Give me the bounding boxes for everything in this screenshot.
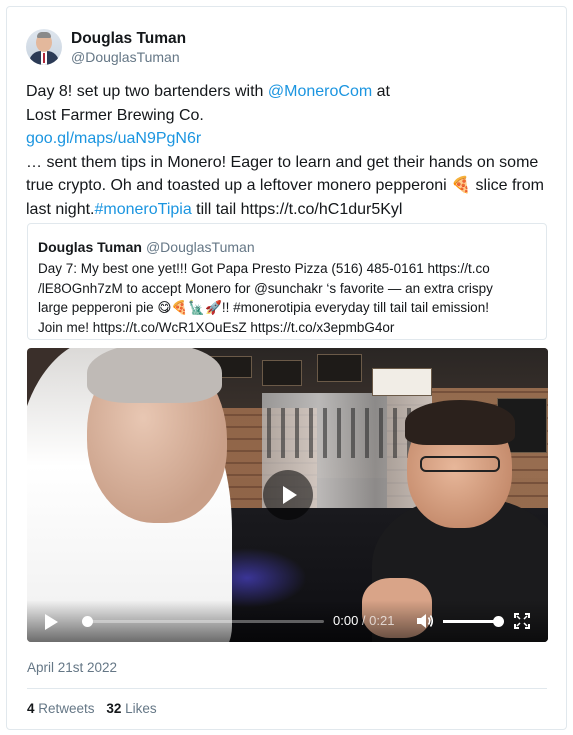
tweet-text-segment: at <box>372 83 390 100</box>
tweet-text-segment: Lost Farmer Brewing Co. <box>26 106 204 124</box>
author-handle[interactable]: @DouglasTuman <box>71 48 186 66</box>
video-progress-bar[interactable] <box>82 616 324 627</box>
quoted-author-handle[interactable]: @DouglasTuman <box>146 239 255 255</box>
retweets-stat[interactable]: 4 Retweets <box>27 701 95 716</box>
volume-slider[interactable] <box>443 616 504 627</box>
hashtag-link[interactable]: #moneroTipia <box>94 201 191 218</box>
volume-icon[interactable] <box>416 613 434 629</box>
play-overlay-icon[interactable] <box>263 470 313 520</box>
quoted-text-line: large pepperoni pie 😋🍕🗽🚀!! #monerotipia … <box>38 300 489 315</box>
retweets-label: Retweets <box>38 701 95 716</box>
video-player[interactable]: 0:00 / 0:21 <box>27 348 548 642</box>
duration: 0:21 <box>369 613 395 628</box>
quoted-text-line: Day 7: My best one yet!!! Got Papa Prest… <box>38 261 490 276</box>
volume-fill <box>443 620 498 623</box>
embedded-tweet-card: Douglas Tuman @DouglasTuman Day 8! set u… <box>6 6 567 730</box>
tweet-text-segment: … sent them tips in Monero! Eager to lea… <box>26 153 539 171</box>
pizza-emoji-icon: 🍕 <box>451 177 472 194</box>
volume-handle[interactable] <box>493 616 504 627</box>
current-time: 0:00 <box>333 613 359 628</box>
likes-stat[interactable]: 32 Likes <box>106 701 156 716</box>
quoted-tweet-text: Day 7: My best one yet!!! Got Papa Prest… <box>38 259 543 337</box>
likes-count: 32 <box>106 701 122 716</box>
tweet-date[interactable]: April 21st 2022 <box>27 660 117 675</box>
play-icon[interactable] <box>45 614 58 630</box>
quoted-text-line: Join me! https://t.co/WcR1XOuEsZ https:/… <box>38 319 395 335</box>
time-separator: / <box>358 613 370 628</box>
tweet-text-segment: Day 8! set up two bartenders with <box>26 83 268 100</box>
mention-link[interactable]: @MoneroCom <box>268 83 372 100</box>
author-avatar[interactable] <box>26 29 62 65</box>
tweet-text-segment: last night. <box>26 200 95 218</box>
video-progress-handle[interactable] <box>82 616 93 627</box>
maps-link[interactable]: goo.gl/maps/uaN9PgN6r <box>26 127 556 151</box>
author-display-name[interactable]: Douglas Tuman <box>71 29 186 48</box>
quoted-author-name[interactable]: Douglas Tuman <box>38 239 142 255</box>
tweet-author-header[interactable]: Douglas Tuman @DouglasTuman <box>26 27 186 67</box>
retweets-count: 4 <box>27 701 35 716</box>
quoted-tweet[interactable]: Douglas Tuman @DouglasTuman Day 7: My bes… <box>27 223 547 340</box>
tweet-stats: 4 Retweets 32 Likes <box>27 701 157 716</box>
video-time: 0:00 / 0:21 <box>333 613 394 628</box>
divider <box>27 688 547 689</box>
video-controls: 0:00 / 0:21 <box>27 600 548 642</box>
tweet-text-segment: slice from <box>471 177 544 194</box>
tweet-text-segment: till tail https://t.co/hC1dur5Kyl <box>191 200 403 218</box>
fullscreen-icon[interactable] <box>514 613 530 629</box>
quoted-text-line: /lE8OGnh7zM to accept Monero for @suncha… <box>38 280 493 296</box>
tweet-text-segment: true crypto. Oh and toasted up a leftove… <box>26 177 452 194</box>
tweet-text: Day 8! set up two bartenders with @Moner… <box>26 80 556 221</box>
likes-label: Likes <box>125 701 157 716</box>
